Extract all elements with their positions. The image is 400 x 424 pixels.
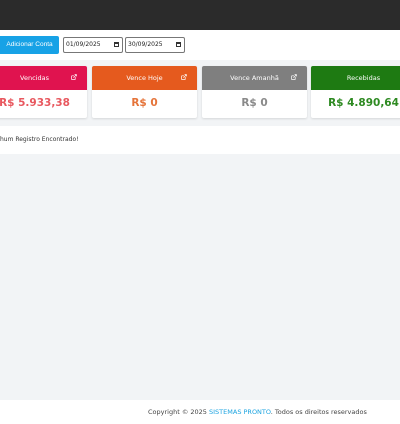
copyright-text: Copyright © 2025 SISTEMAS PRONTO. Todos …	[148, 400, 367, 424]
card-due-tomorrow: Vence Amanhã R$ 0	[202, 66, 307, 118]
card-title: Recebidas	[346, 74, 381, 82]
card-amount: R$ 0	[241, 97, 268, 109]
empty-message: Nenhum Registro Encontrado!	[0, 136, 79, 143]
card-amount: R$ 0	[131, 97, 158, 109]
start-date-input[interactable]: 01/09/2025	[63, 37, 123, 53]
brand-link[interactable]: SISTEMAS PRONTO	[209, 408, 271, 416]
copyright-prefix: Copyright © 2025	[148, 408, 210, 416]
card-header: Vence Hoje	[92, 66, 197, 90]
footer: Copyright © 2025 SISTEMAS PRONTO. Todos …	[0, 400, 400, 424]
card-amount: R$ 4.890,64	[328, 97, 399, 109]
card-title: Vence Amanhã	[230, 74, 279, 82]
card-header: Vence Amanhã	[202, 66, 307, 90]
table-empty-row: Nenhum Registro Encontrado!	[0, 126, 400, 154]
external-link-icon[interactable]	[291, 74, 297, 80]
calendar-icon[interactable]	[114, 42, 119, 47]
top-navbar	[0, 0, 400, 30]
card-amount: R$ 5.933,38	[0, 97, 70, 109]
card-title: Vence Hoje	[126, 74, 163, 82]
card-header: Vencidas	[0, 66, 87, 90]
end-date-input[interactable]: 30/09/2025	[125, 37, 185, 53]
copyright-suffix: . Todos os direitos reservados	[270, 408, 367, 416]
external-link-icon[interactable]	[71, 74, 77, 80]
card-due-today: Vence Hoje R$ 0	[92, 66, 197, 118]
card-received: Recebidas R$ 4.890,64	[311, 66, 400, 118]
end-date-value: 30/09/2025	[128, 41, 163, 48]
add-account-button[interactable]: Adicionar Conta	[0, 36, 59, 54]
card-title: Vencidas	[20, 74, 49, 82]
toolbar	[0, 30, 400, 60]
external-link-icon[interactable]	[181, 74, 187, 80]
start-date-value: 01/09/2025	[66, 41, 101, 48]
card-header: Recebidas	[311, 66, 400, 90]
calendar-icon[interactable]	[176, 42, 181, 47]
card-overdue: Vencidas R$ 5.933,38	[0, 66, 87, 118]
